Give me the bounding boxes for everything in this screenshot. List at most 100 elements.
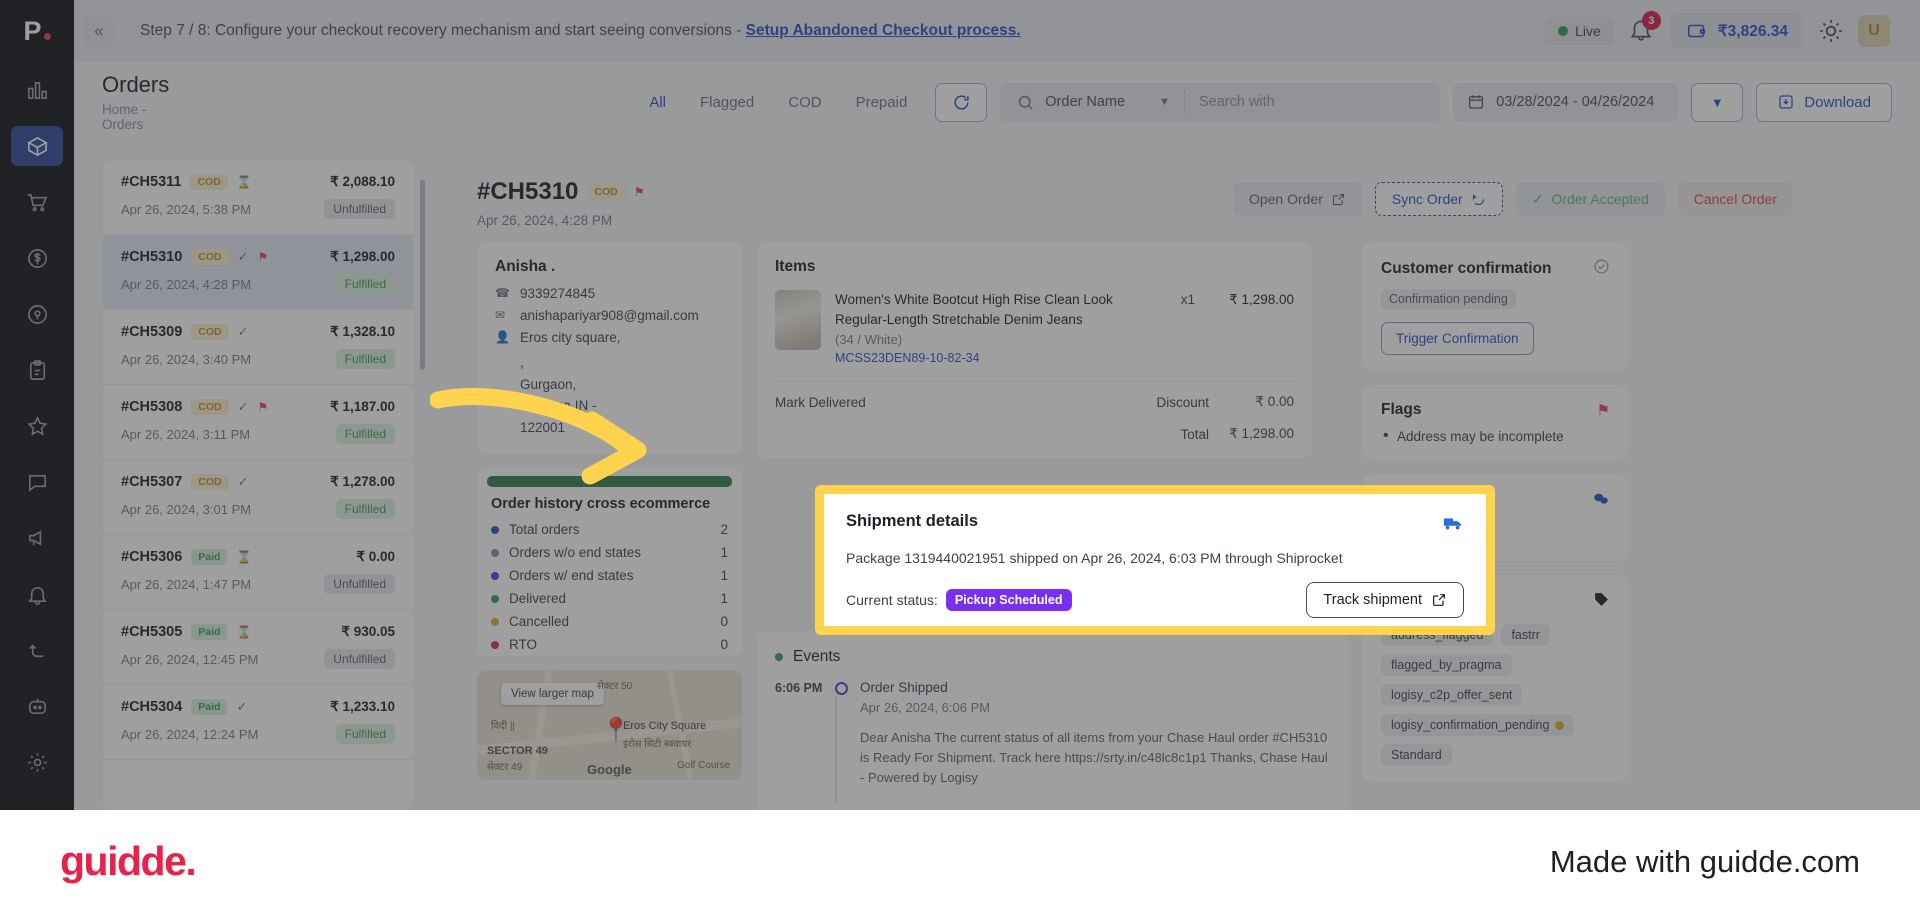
order-detail-actions: Open Order Sync Order ✓ Order Accepted C… xyxy=(1232,182,1793,216)
order-list-item-0[interactable]: #CH5311 COD ⌛ ₹ 2,088.10 Apr 26, 2024, 5… xyxy=(103,160,413,235)
tab-prepaid[interactable]: Prepaid xyxy=(856,94,908,111)
timeline-line xyxy=(835,696,837,803)
tag-icon xyxy=(1593,591,1610,613)
order-list-item-1[interactable]: #CH5310 COD ✓ ⚑ ₹ 1,298.00 Apr 26, 2024,… xyxy=(103,235,413,310)
payment-pill: COD xyxy=(191,474,229,490)
sidebar-item-settings[interactable] xyxy=(11,742,63,782)
status-badge: Unfulfilled xyxy=(324,574,395,594)
flag-item: Address may be incomplete xyxy=(1381,427,1610,445)
orders-list[interactable]: #CH5311 COD ⌛ ₹ 2,088.10 Apr 26, 2024, 5… xyxy=(103,160,413,810)
item-sku[interactable]: MCSS23DEN89-10-82-34 xyxy=(835,351,1165,365)
order-list-item-2[interactable]: #CH5309 COD ✓ ₹ 1,328.10 Apr 26, 2024, 3… xyxy=(103,310,413,385)
sync-order-button[interactable]: Sync Order xyxy=(1374,182,1503,216)
phone-icon: ☎ xyxy=(495,286,510,300)
trigger-confirmation-button[interactable]: Trigger Confirmation xyxy=(1381,322,1534,355)
refresh-button[interactable] xyxy=(935,82,988,122)
external-link-icon xyxy=(1332,193,1344,205)
sync-icon xyxy=(1472,194,1484,205)
order-list-item-7[interactable]: #CH5304 Paid ✓ ₹ 1,233.10 Apr 26, 2024, … xyxy=(103,685,413,760)
sidebar-item-orders[interactable] xyxy=(11,126,63,166)
order-date: Apr 26, 2024, 12:45 PM xyxy=(121,651,259,667)
sidebar-item-returns[interactable] xyxy=(11,630,63,670)
tag-item[interactable]: flagged_by_pragma xyxy=(1381,654,1512,676)
orders-list-scrollbar[interactable] xyxy=(420,180,425,370)
order-amount: ₹ 0.00 xyxy=(356,549,395,564)
order-history-progress-bar xyxy=(487,476,732,488)
map-label: Golf Course xyxy=(677,760,731,772)
order-list-item-4[interactable]: #CH5307 COD ✓ ₹ 1,278.00 Apr 26, 2024, 3… xyxy=(103,460,413,535)
live-status-chip[interactable]: Live xyxy=(1545,17,1614,45)
app-logo[interactable]: P xyxy=(0,0,74,62)
order-row-bottom: Apr 26, 2024, 1:47 PM Unfulfilled xyxy=(121,574,395,594)
map-card[interactable]: View larger map विदी || सेक्टर 50 SECTOR… xyxy=(477,670,742,781)
cancel-order-button[interactable]: Cancel Order xyxy=(1677,182,1793,216)
customer-address-row: 👤 Eros city square, xyxy=(495,330,724,345)
event-time: 6:06 PM xyxy=(775,681,823,696)
wallet-balance-chip[interactable]: ₹3,826.34 xyxy=(1669,13,1804,49)
notifications-button[interactable]: 3 xyxy=(1628,11,1661,46)
search-input[interactable] xyxy=(1198,94,1394,110)
google-attribution: Google xyxy=(587,762,632,778)
setup-abandoned-checkout-link[interactable]: Setup Abandoned Checkout process. xyxy=(746,22,1021,39)
history-value: 2 xyxy=(720,522,728,538)
events-status-dot xyxy=(775,653,783,662)
check-icon: ✓ xyxy=(237,399,249,414)
tag-item[interactable]: logisy_c2p_offer_sent xyxy=(1381,684,1523,706)
customer-phone-row: ☎ 9339274845 xyxy=(495,286,724,301)
theme-toggle-button[interactable] xyxy=(1818,18,1844,44)
open-order-button[interactable]: Open Order xyxy=(1232,182,1362,216)
order-date: Apr 26, 2024, 5:38 PM xyxy=(121,201,252,217)
tab-all[interactable]: All xyxy=(649,94,666,111)
order-list-item-5[interactable]: #CH5306 Paid ⌛ ₹ 0.00 Apr 26, 2024, 1:47… xyxy=(103,535,413,610)
event-content: Order Shipped Apr 26, 2024, 6:06 PM Dear… xyxy=(860,680,1330,788)
sidebar-item-bot[interactable] xyxy=(11,686,63,726)
sidebar-item-alerts[interactable] xyxy=(11,574,63,614)
view-larger-map-button[interactable]: View larger map xyxy=(501,683,604,706)
live-dot-icon xyxy=(1558,26,1569,36)
map-pin-icon: 📍 xyxy=(601,717,631,745)
discount-label: Discount xyxy=(1156,394,1209,410)
sidebar-item-chat[interactable] xyxy=(11,462,63,502)
legend-dot xyxy=(491,525,499,534)
tag-item[interactable]: Standard xyxy=(1381,744,1452,766)
filter-button[interactable]: ▼ xyxy=(1691,82,1744,122)
history-value: 1 xyxy=(720,591,728,607)
customer-address-block: , Gurgaon, Haryana IN - 122001 xyxy=(495,352,724,438)
sidebar-item-campaigns[interactable] xyxy=(11,518,63,558)
map-label: विदी || xyxy=(491,721,516,733)
order-list-item-6[interactable]: #CH5305 Paid ⌛ ₹ 930.05 Apr 26, 2024, 12… xyxy=(103,610,413,685)
sidebar-item-analytics[interactable] xyxy=(11,70,63,110)
legend-dot xyxy=(491,571,499,580)
payment-pill: COD xyxy=(191,399,229,415)
event-date: Apr 26, 2024, 6:06 PM xyxy=(860,700,991,716)
sidebar-item-location[interactable] xyxy=(11,294,63,334)
date-range-value: 03/28/2024 - 04/26/2024 xyxy=(1496,94,1655,110)
payment-pill: Paid xyxy=(191,549,228,565)
map-label: इरोस सिटी स्क्वायर xyxy=(623,739,692,751)
date-range-picker[interactable]: 03/28/2024 - 04/26/2024 xyxy=(1453,82,1679,122)
item-info: Women's White Bootcut High Rise Clean Lo… xyxy=(835,290,1165,365)
sidebar-item-reports[interactable] xyxy=(11,350,63,390)
sidebar-item-favorites[interactable] xyxy=(11,406,63,446)
order-id: #CH5307 xyxy=(121,474,183,490)
tab-flagged[interactable]: Flagged xyxy=(700,94,754,111)
sidebar-item-payments[interactable] xyxy=(11,238,63,278)
check-icon: ✓ xyxy=(237,249,249,264)
status-badge: Fulfilled xyxy=(335,424,395,444)
user-avatar[interactable]: U xyxy=(1858,15,1890,47)
tag-item[interactable]: fastrr xyxy=(1501,624,1550,646)
total-label: Total xyxy=(1180,426,1209,442)
order-history-title: Order history cross ecommerce xyxy=(491,496,711,513)
tab-cod[interactable]: COD xyxy=(788,94,821,111)
mark-delivered-label[interactable]: Mark Delivered xyxy=(775,395,866,410)
search-field-select[interactable]: Order Name ▼ xyxy=(1045,94,1170,110)
order-list-item-3[interactable]: #CH5308 COD ✓ ⚑ ₹ 1,187.00 Apr 26, 2024,… xyxy=(103,385,413,460)
shipment-footer: Current status: Pickup Scheduled Track s… xyxy=(846,582,1464,618)
track-shipment-button[interactable]: Track shipment xyxy=(1306,582,1464,618)
collapse-sidebar-button[interactable]: « xyxy=(84,14,114,48)
download-button[interactable]: Download xyxy=(1756,82,1892,122)
order-row-top: #CH5311 COD ⌛ ₹ 2,088.10 xyxy=(121,174,395,190)
tag-item[interactable]: logisy_confirmation_pending xyxy=(1381,714,1575,736)
sidebar-item-cart[interactable] xyxy=(11,182,63,222)
external-link-icon xyxy=(1433,594,1445,606)
